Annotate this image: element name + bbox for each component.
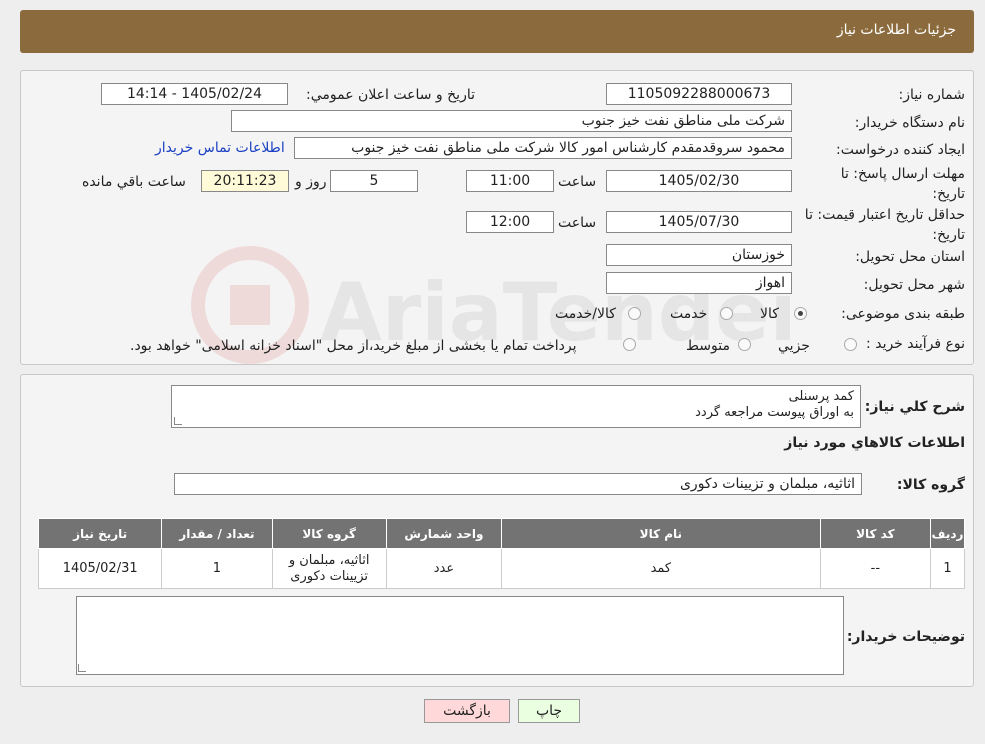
cell-date: 1405/02/31 (37, 548, 163, 589)
buyer-notes-label: توضیحات خریدار: (846, 629, 965, 645)
buyer-org-label: نام دستگاه خریدار: (854, 115, 965, 131)
cell-row: 1 (929, 548, 966, 589)
col-header-date: تاریخ نیاز (37, 518, 163, 549)
print-button[interactable]: چاپ (518, 699, 580, 723)
reply-deadline-label: مهلت ارسال پاسخ: تا تاریخ: (840, 166, 965, 202)
category-radio-goods[interactable] (794, 307, 807, 320)
resize-handle-icon[interactable] (174, 417, 182, 425)
category-label: طبقه بندی موضوعی: (841, 306, 965, 322)
process-option-small: جزيي (778, 338, 810, 354)
col-header-unit: واحد شمارش (385, 518, 503, 549)
page-title: جزئیات اطلاعات نیاز (836, 22, 956, 38)
city-field: اهواز (606, 272, 792, 294)
col-header-row: رديف (929, 518, 966, 549)
reply-deadline-time-label: ساعت (558, 174, 597, 190)
price-validity-time: 12:00 (466, 211, 554, 233)
goods-group-label: گروه کالا: (896, 477, 965, 493)
table-header-row: رديف کد کالا نام کالا واحد شمارش گروه کا… (37, 518, 966, 549)
price-validity-label: حداقل تاریخ اعتبار قیمت: تا تاریخ: (804, 207, 965, 243)
days-label: روز و (295, 174, 327, 190)
col-header-code: کد کالا (819, 518, 931, 549)
reply-deadline-date: 1405/02/30 (606, 170, 792, 192)
goods-table: رديف کد کالا نام کالا واحد شمارش گروه کا… (37, 518, 966, 589)
category-option-goods-service: کالا/خدمت (555, 306, 616, 322)
city-label: شهر محل تحویل: (863, 277, 965, 293)
category-option-goods: کالا (760, 306, 779, 322)
time-remaining-field: 20:11:23 (201, 170, 289, 192)
buyer-org-field: شرکت ملی مناطق نفت خیز جنوب (231, 110, 792, 132)
province-label: استان محل تحویل: (855, 249, 965, 265)
cell-unit: عدد (385, 548, 503, 589)
col-header-group: گروه کالا (271, 518, 387, 549)
category-radio-goods-service[interactable] (628, 307, 641, 320)
goods-table-wrapper: رديف کد کالا نام کالا واحد شمارش گروه کا… (37, 518, 966, 589)
process-option-medium: متوسط (686, 338, 730, 354)
announce-datetime-field: 1405/02/24 - 14:14 (101, 83, 288, 105)
col-header-name: نام کالا (501, 518, 821, 549)
price-validity-date: 1405/07/30 (606, 211, 792, 233)
summary-label: شرح کلي نياز: (864, 399, 965, 415)
goods-section-title: اطلاعات کالاهاي مورد نياز (784, 435, 965, 451)
summary-line-1: کمد پرسنلی (788, 389, 854, 404)
buyer-notes-textarea[interactable] (76, 596, 844, 675)
process-radio-medium[interactable] (738, 338, 751, 351)
cell-group: اثاثیه، مبلمان و تزیینات دکوری (271, 548, 387, 589)
announce-datetime-label: تاریخ و ساعت اعلان عمومي: (306, 87, 475, 103)
need-number-field: 1105092288000673 (606, 83, 792, 105)
process-radio-treasury[interactable] (623, 338, 636, 351)
summary-textarea[interactable]: کمد پرسنلی به اوراق پیوست مراجعه گردد (171, 385, 861, 428)
category-radio-service[interactable] (720, 307, 733, 320)
category-option-service: خدمت (670, 306, 708, 322)
process-radio-small[interactable] (844, 338, 857, 351)
process-treasury-note: پرداخت تمام یا بخشی از مبلغ خرید،از محل … (130, 338, 577, 354)
time-remaining-label: ساعت باقي مانده (82, 174, 186, 190)
price-validity-time-label: ساعت (558, 215, 597, 231)
cell-qty: 1 (161, 548, 273, 589)
cell-name: کمد (501, 548, 821, 589)
buyer-contact-link[interactable]: اطلاعات تماس خریدار (155, 140, 285, 156)
back-button[interactable]: بازگشت (424, 699, 510, 723)
requester-field: محمود سروقدمقدم کارشناس امور کالا شرکت م… (294, 137, 792, 159)
col-header-qty: تعداد / مقدار (161, 518, 273, 549)
summary-line-2: به اوراق پیوست مراجعه گردد (695, 405, 854, 420)
process-label: نوع فرآیند خرید : (866, 336, 965, 352)
days-remaining-field: 5 (330, 170, 418, 192)
requester-label: ایجاد کننده درخواست: (836, 142, 965, 158)
cell-code: -- (819, 548, 931, 589)
province-field: خوزستان (606, 244, 792, 266)
page-header: جزئیات اطلاعات نیاز (20, 10, 974, 53)
need-number-label: شماره نیاز: (898, 87, 966, 103)
reply-deadline-time: 11:00 (466, 170, 554, 192)
goods-group-field: اثاثیه، مبلمان و تزیینات دکوری (174, 473, 862, 495)
buyer-notes-resize-icon[interactable] (78, 664, 86, 672)
table-row[interactable]: 1 -- کمد عدد اثاثیه، مبلمان و تزیینات دک… (37, 548, 966, 589)
